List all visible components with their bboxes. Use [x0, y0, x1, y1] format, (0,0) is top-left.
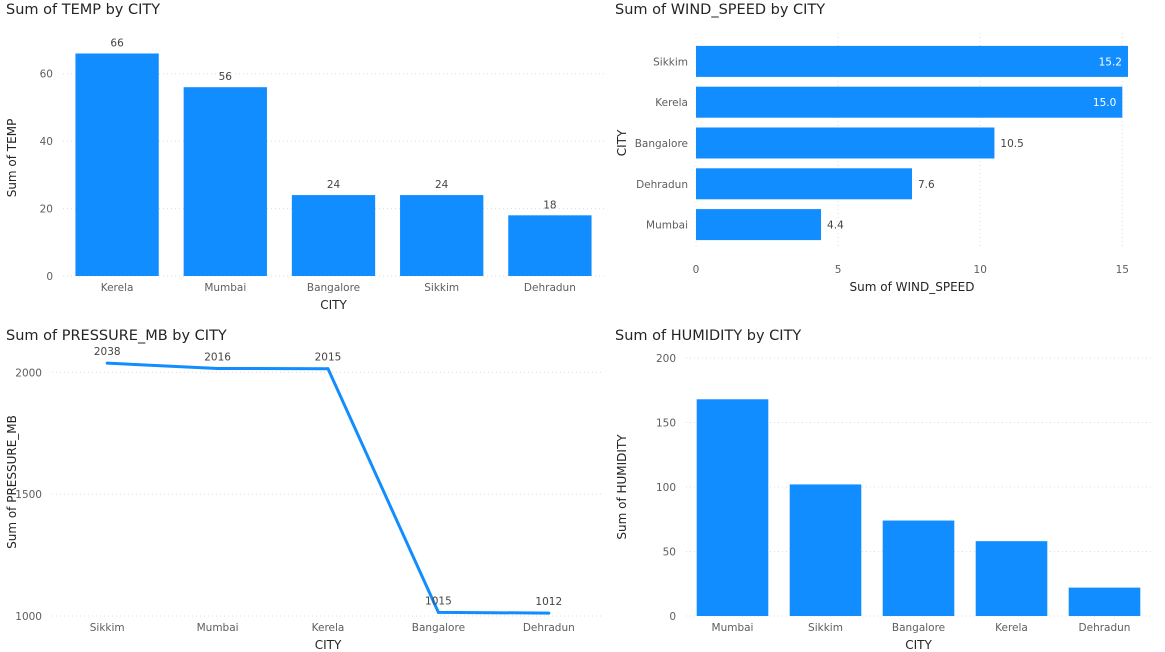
bar-sikkim: [696, 45, 1128, 77]
data-label: 2015: [315, 352, 342, 364]
y-tick-label: 1500: [15, 489, 42, 501]
x-tick-label: Dehradun: [523, 622, 575, 634]
x-tick-label: Bangalore: [412, 622, 465, 634]
y-tick-label: 40: [40, 136, 53, 148]
y-axis-title: Sum of PRESSURE_MB: [5, 415, 19, 549]
wind-chart: 0 5 10 15 Sikkim 15.2 Kerela 15.0 Bangalore 10.5 D…: [615, 33, 1129, 294]
y-axis-title: CITY: [615, 129, 629, 156]
bar-kerela: [975, 541, 1048, 616]
data-label: 4.4: [827, 220, 844, 232]
data-label: 1015: [425, 595, 452, 607]
data-label: 24: [435, 179, 449, 191]
bar-sikkim: [789, 484, 862, 616]
x-tick-label: Mumbai: [197, 622, 239, 634]
y-tick-label: Dehradun: [636, 179, 688, 191]
x-tick-label: Dehradun: [524, 282, 576, 294]
pressure-chart-panel: Sum of PRESSURE_MB by CITY 1000 1500 2000 S…: [0, 325, 604, 652]
data-label: 56: [219, 71, 233, 83]
x-tick-label: Sikkim: [90, 622, 125, 634]
y-tick-label: Sikkim: [653, 56, 688, 68]
bar-bangalore: [882, 520, 955, 616]
bar-kerela: [75, 53, 159, 276]
series-line: [107, 361, 549, 615]
y-tick-label: 1000: [15, 611, 42, 623]
x-tick-label: Mumbai: [204, 282, 246, 294]
data-label: 24: [327, 179, 341, 191]
bar-sikkim: [400, 195, 484, 276]
data-label: 66: [110, 37, 124, 49]
y-axis-title: Sum of TEMP: [5, 119, 19, 198]
y-tick-label: 60: [40, 69, 53, 81]
data-point-kerela: [326, 367, 330, 371]
x-tick-label: 5: [835, 264, 842, 276]
y-tick-label: 200: [656, 353, 676, 365]
data-point-sikkim: [105, 361, 109, 365]
x-tick-label: Sikkim: [424, 282, 459, 294]
x-tick-label: Bangalore: [892, 622, 945, 634]
data-label: 2038: [94, 346, 121, 358]
y-tick-label: Kerela: [655, 97, 688, 109]
y-axis-title: Sum of HUMIDITY: [615, 434, 629, 540]
data-point-bangalore: [436, 610, 440, 614]
bar-mumbai: [696, 209, 822, 241]
y-tick-label: 20: [40, 204, 53, 216]
humidity-chart-panel: Sum of HUMIDITY by CITY 0 50 100 150 200 Mumb…: [580, 325, 1165, 652]
y-tick-label: Bangalore: [635, 138, 688, 150]
bar-mumbai: [183, 87, 267, 276]
x-tick-label: Kerela: [101, 282, 134, 294]
humidity-chart: 0 50 100 150 200 Mumbai Sikkim Bangalore Kerela D…: [615, 353, 1151, 652]
x-tick-label: Mumbai: [712, 622, 754, 634]
y-tick-label: 50: [663, 547, 676, 559]
bar-bangalore: [696, 127, 995, 159]
x-tick-label: 10: [974, 264, 987, 276]
pressure-chart: 1000 1500 2000 Sikkim 2038 Mumbai 2016 Kerela 20…: [5, 346, 604, 652]
bar-bangalore: [291, 195, 376, 276]
bar-mumbai: [696, 399, 769, 616]
bar-kerela: [696, 86, 1123, 118]
x-tick-label: 0: [693, 264, 700, 276]
x-tick-label: Kerela: [995, 622, 1028, 634]
x-tick-label: Kerela: [312, 622, 345, 634]
bar-dehradun: [696, 168, 912, 200]
data-label: 15.0: [1093, 97, 1116, 109]
bar-dehradun: [1068, 587, 1141, 616]
y-tick-label: 0: [669, 611, 676, 623]
x-tick-label: Sikkim: [808, 622, 843, 634]
data-label: 1012: [535, 596, 562, 608]
y-tick-label: 2000: [15, 367, 42, 379]
x-axis-title: Sum of WIND_SPEED: [850, 280, 975, 294]
temp-chart: 0 20 40 60 Kerela 66 Mumbai 56 Bangalore 24 Sikkim…: [5, 37, 604, 312]
x-axis-title: CITY: [905, 638, 932, 652]
y-tick-label: 150: [656, 418, 676, 430]
data-label: 7.6: [918, 179, 935, 191]
temp-chart-panel: Sum of TEMP by CITY 0 20 40 60 Kerela 66 Mumba…: [0, 0, 604, 322]
data-label: 15.2: [1099, 56, 1122, 68]
data-point-mumbai: [216, 366, 220, 370]
x-axis-title: CITY: [320, 298, 347, 312]
y-tick-label: Mumbai: [646, 220, 688, 232]
wind-chart-panel: Sum of WIND_SPEED by CITY 0 5 10 15 Sikkim 15…: [580, 0, 1165, 322]
data-label: 10.5: [1000, 138, 1023, 150]
data-label: 18: [543, 199, 556, 211]
data-label: 2016: [204, 351, 231, 363]
data-point-dehradun: [547, 611, 551, 615]
x-tick-label: Dehradun: [1079, 622, 1131, 634]
y-tick-label: 0: [46, 271, 53, 283]
y-tick-label: 100: [656, 482, 676, 494]
x-tick-label: 15: [1116, 264, 1129, 276]
x-axis-title: CITY: [315, 638, 342, 652]
x-tick-label: Bangalore: [307, 282, 360, 294]
